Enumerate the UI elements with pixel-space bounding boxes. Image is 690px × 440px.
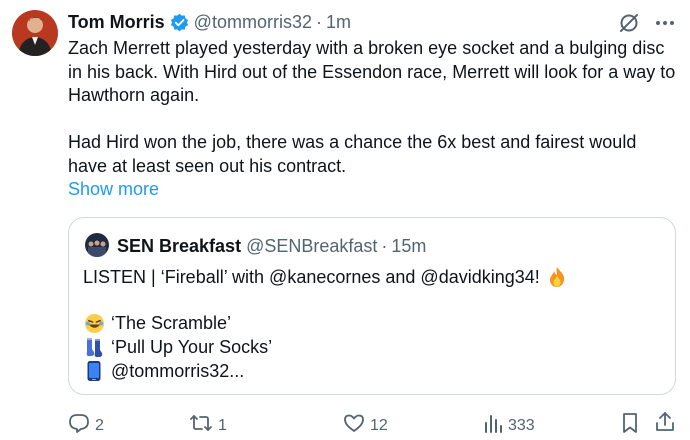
views-count: 333 — [508, 416, 535, 434]
grok-icon[interactable] — [618, 12, 640, 34]
quote-separator-dot: · — [381, 235, 388, 256]
repost-button[interactable]: 1 — [189, 412, 227, 439]
share-icon — [654, 411, 676, 438]
author-avatar[interactable] — [12, 10, 58, 56]
reply-button[interactable]: 2 — [68, 412, 104, 439]
action-bar: 2 1 12 333 — [0, 409, 690, 437]
views-button[interactable]: 333 — [483, 412, 535, 439]
tweet-text: Zach Merrett played yesterday with a bro… — [68, 38, 676, 176]
author-handle[interactable]: @tommorris32 — [194, 12, 312, 33]
quote-header: SEN Breakfast @SENBreakfast · 15m — [117, 234, 426, 258]
quote-timestamp[interactable]: 15m — [391, 236, 426, 257]
phone-emoji — [83, 360, 105, 382]
reply-icon — [68, 412, 90, 439]
quote-line-1-text: LISTEN | ‘Fireball’ with @kanecornes and… — [83, 266, 540, 287]
more-options-icon[interactable] — [654, 12, 676, 34]
views-icon — [483, 412, 503, 439]
quote-author-name[interactable]: SEN Breakfast — [117, 236, 241, 257]
quote-author-avatar[interactable] — [85, 233, 109, 257]
bookmark-icon — [620, 412, 640, 439]
quote-line-2-text: ‘The Scramble’ — [111, 312, 232, 333]
quoted-tweet[interactable]: SEN Breakfast @SENBreakfast · 15m LISTEN… — [68, 217, 676, 395]
like-button[interactable]: 12 — [343, 412, 388, 439]
verified-badge-icon — [170, 13, 189, 32]
top-actions — [618, 12, 676, 34]
laughing-emoji — [83, 312, 105, 334]
quote-line-4-text: @tommorris32... — [111, 360, 245, 381]
author-name[interactable]: Tom Morris — [68, 12, 165, 33]
quote-line-3-text: ‘Pull Up Your Socks’ — [111, 336, 273, 357]
socks-emoji — [83, 336, 105, 358]
quote-line-3: ‘Pull Up Your Socks’ — [83, 336, 272, 358]
quote-line-4: @tommorris32... — [83, 360, 244, 382]
quote-author-handle[interactable]: @SENBreakfast — [246, 236, 377, 257]
fire-emoji — [546, 266, 568, 288]
tweet-header: Tom Morris @tommorris32 · 1m — [68, 10, 351, 34]
show-more-link[interactable]: Show more — [68, 179, 159, 200]
quote-line-2: ‘The Scramble’ — [83, 312, 231, 334]
reply-count: 2 — [95, 416, 104, 434]
share-button[interactable] — [654, 411, 676, 438]
bookmark-button[interactable] — [620, 412, 640, 439]
tweet-timestamp[interactable]: 1m — [326, 12, 351, 33]
repost-icon — [189, 412, 213, 439]
like-count: 12 — [370, 416, 388, 434]
repost-count: 1 — [218, 416, 227, 434]
separator-dot: · — [315, 11, 322, 32]
quote-line-1: LISTEN | ‘Fireball’ with @kanecornes and… — [83, 266, 568, 288]
like-icon — [343, 412, 365, 439]
